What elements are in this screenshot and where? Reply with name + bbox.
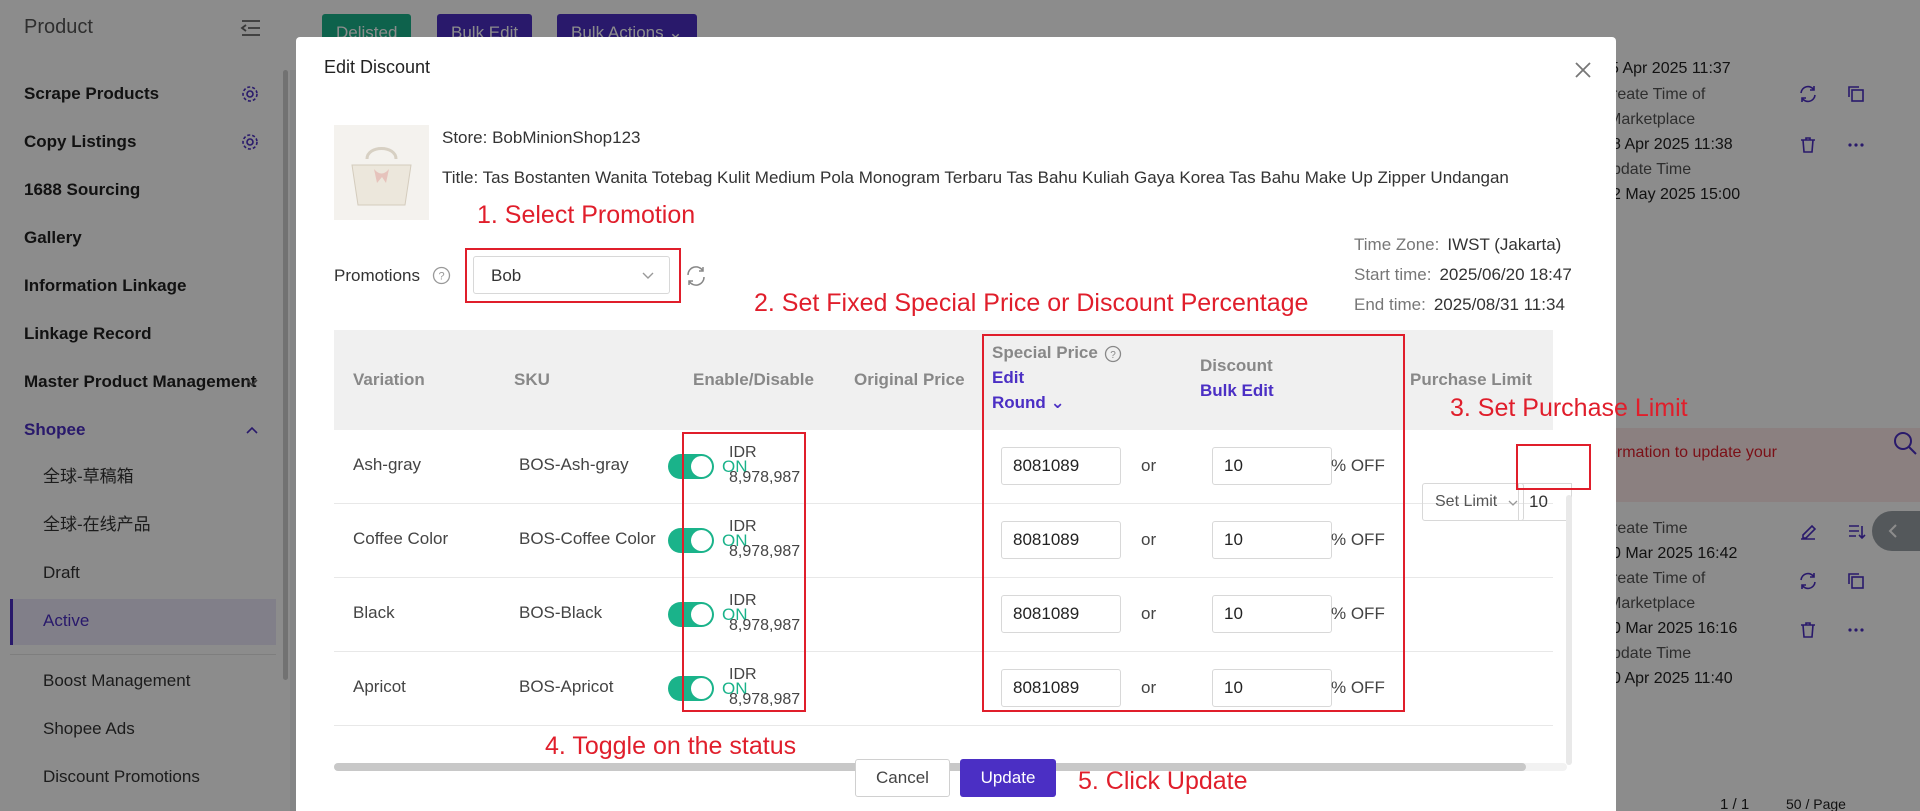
update-button[interactable]: Update — [960, 759, 1056, 797]
variation-name: Ash-gray — [353, 455, 422, 474]
annotation-step-3: 3. Set Purchase Limit — [1450, 394, 1688, 422]
variation-name: Black — [353, 603, 395, 622]
sku-value: BOS-Ash-gray — [519, 455, 629, 474]
start-time-value: 2025/06/20 18:47 — [1439, 265, 1572, 284]
promotions-label: Promotions — [334, 266, 420, 285]
svg-text:?: ? — [438, 271, 444, 283]
sku-value: BOS-Apricot — [519, 677, 614, 696]
col-purchase-limit: Purchase Limit — [1410, 370, 1532, 389]
col-enable-disable: Enable/Disable — [693, 370, 814, 389]
annotation-box-price-discount — [982, 334, 1405, 712]
modal-title: Edit Discount — [324, 57, 431, 77]
timezone-value: IWST (Jakarta) — [1447, 235, 1562, 254]
cancel-button[interactable]: Cancel — [855, 759, 950, 797]
sku-value: BOS-Coffee Color — [519, 529, 656, 548]
annotation-box-toggles — [682, 432, 806, 712]
chevron-down-icon — [1508, 500, 1518, 506]
product-title: Title: Tas Bostanten Wanita Totebag Kuli… — [442, 168, 1509, 187]
timezone-row: Time Zone: IWST (Jakarta) — [1354, 235, 1562, 254]
product-image — [334, 125, 429, 220]
col-variation: Variation — [353, 370, 425, 389]
variation-name: Coffee Color — [353, 529, 449, 548]
end-time-row: End time: 2025/08/31 11:34 — [1354, 295, 1565, 314]
annotation-step-1: 1. Select Promotion — [477, 201, 696, 229]
help-icon[interactable]: ? — [432, 266, 451, 285]
annotation-step-5: 5. Click Update — [1078, 767, 1248, 795]
close-icon[interactable] — [1572, 59, 1594, 81]
table-vertical-scrollbar[interactable] — [1566, 495, 1572, 765]
col-sku: SKU — [514, 370, 550, 389]
set-limit-select[interactable]: Set Limit — [1422, 483, 1524, 521]
refresh-icon[interactable] — [685, 265, 707, 287]
start-time-row: Start time: 2025/06/20 18:47 — [1354, 265, 1572, 284]
store-name: Store: BobMinionShop123 — [442, 128, 641, 147]
end-time-value: 2025/08/31 11:34 — [1433, 295, 1565, 314]
annotation-step-2: 2. Set Fixed Special Price or Discount P… — [754, 289, 1309, 317]
sku-value: BOS-Black — [519, 603, 603, 622]
annotation-box-limit — [1516, 444, 1591, 490]
variation-name: Apricot — [353, 677, 406, 696]
col-original-price: Original Price — [854, 370, 965, 389]
annotation-step-4: 4. Toggle on the status — [545, 732, 797, 760]
edit-discount-modal: Edit Discount Store: BobMinionShop123 Ti… — [296, 37, 1688, 811]
annotation-box-promotion — [465, 248, 681, 303]
